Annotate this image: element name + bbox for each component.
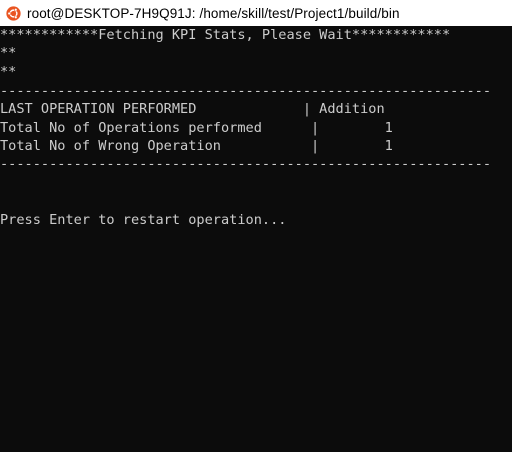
window-title: root@DESKTOP-7H9Q91J: /home/skill/test/P… — [27, 5, 400, 21]
marker-line: ** — [0, 45, 17, 61]
stats-row-wrong-operations: Total No of Wrong Operation | 1 — [0, 138, 393, 154]
divider-line: ----------------------------------------… — [0, 156, 492, 172]
terminal-output[interactable]: ************Fetching KPI Stats, Please W… — [0, 26, 512, 452]
ubuntu-icon — [6, 5, 21, 21]
marker-line: ** — [0, 64, 17, 80]
divider-line: ----------------------------------------… — [0, 83, 492, 99]
title-bar[interactable]: root@DESKTOP-7H9Q91J: /home/skill/test/P… — [0, 0, 512, 26]
stats-row-last-operation: LAST OPERATION PERFORMED | Addition — [0, 101, 385, 117]
terminal-window: root@DESKTOP-7H9Q91J: /home/skill/test/P… — [0, 0, 512, 452]
header-line: ************Fetching KPI Stats, Please W… — [0, 27, 451, 43]
restart-prompt: Press Enter to restart operation... — [0, 212, 287, 228]
stats-row-total-operations: Total No of Operations performed | 1 — [0, 120, 393, 136]
